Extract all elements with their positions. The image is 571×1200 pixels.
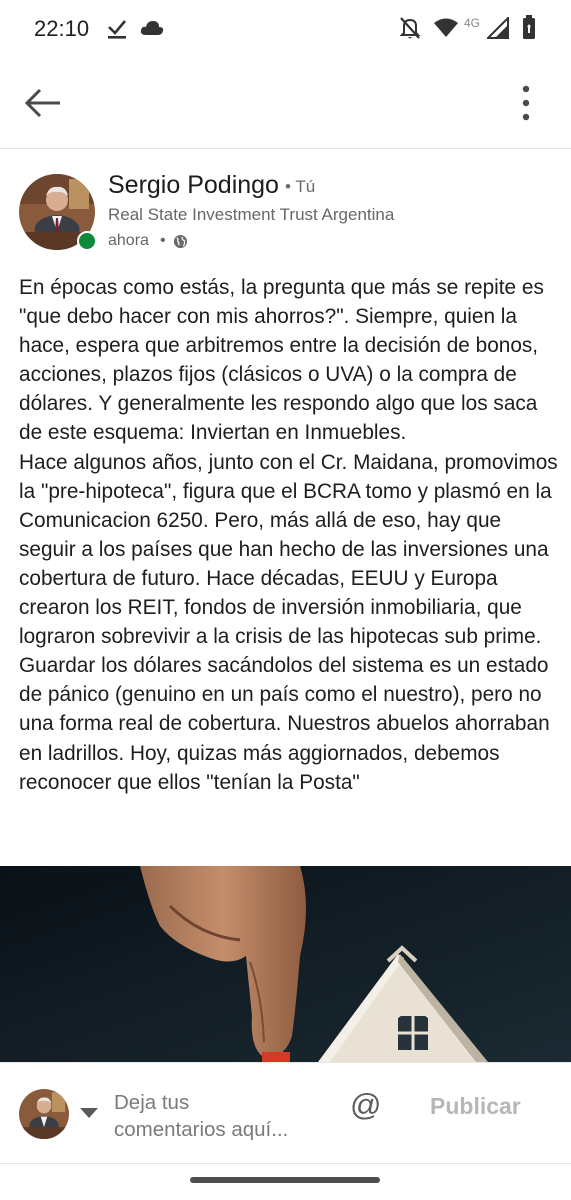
status-time: 22:10 (34, 16, 90, 41)
comment-input[interactable]: Deja tus comentarios aquí... (114, 1089, 334, 1143)
post-image[interactable] (0, 866, 571, 1062)
battery-icon (523, 15, 535, 39)
cloud-icon (140, 21, 164, 35)
chevron-down-icon[interactable] (80, 1107, 98, 1119)
back-arrow-icon (24, 88, 60, 118)
publish-button[interactable]: Publicar (430, 1093, 521, 1120)
commenter-avatar[interactable] (19, 1089, 69, 1139)
mention-button[interactable]: @ (350, 1087, 381, 1123)
home-indicator[interactable] (190, 1177, 380, 1183)
notifications-off-icon (399, 17, 421, 39)
post-photo (0, 866, 571, 1062)
back-button[interactable] (18, 80, 68, 126)
author-headline: Real State Investment Trust Argentina (108, 205, 395, 224)
cellular-signal-icon (487, 17, 509, 39)
post-timestamp: ahora (108, 232, 149, 249)
online-status-indicator (77, 231, 97, 251)
author-badge: • Tú (285, 177, 316, 196)
more-options-button[interactable] (506, 80, 546, 126)
wifi-icon (434, 18, 458, 37)
app-bar (0, 58, 571, 149)
commenter-avatar-photo (19, 1089, 69, 1139)
comment-composer: Deja tus comentarios aquí... @ Publicar (0, 1062, 571, 1164)
more-vert-icon (522, 85, 530, 121)
timestamp-separator: • (160, 232, 166, 249)
globe-icon (173, 234, 188, 249)
network-label: 4G (464, 16, 481, 30)
author-avatar-container[interactable] (19, 174, 97, 251)
check-download-icon (108, 20, 126, 39)
status-bar: 22:10 4G (0, 0, 571, 58)
post-body: En épocas como estás, la pregunta que má… (19, 276, 558, 794)
author-name[interactable]: Sergio Podingo (108, 171, 279, 200)
